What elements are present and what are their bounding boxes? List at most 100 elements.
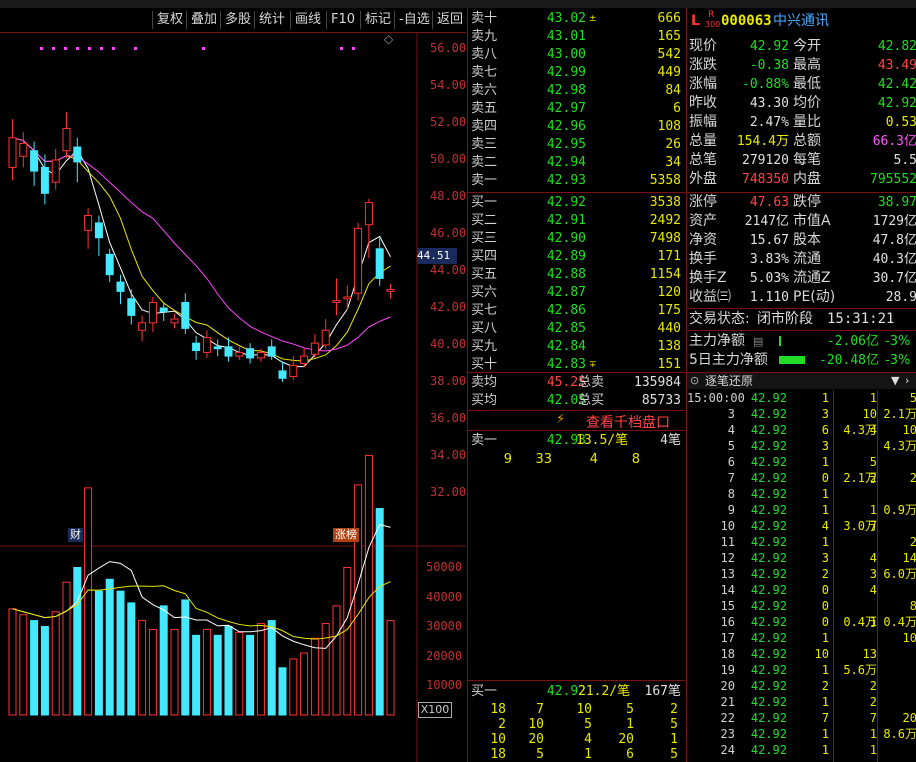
tick-price: 42.92 <box>750 711 787 725</box>
tick-price: 42.92 <box>750 743 787 757</box>
mark-button[interactable]: 标记 <box>360 11 395 29</box>
quote-key: 资产 <box>689 213 717 229</box>
bids-level-row[interactable]: 买七 42.86 175 <box>468 302 685 320</box>
collapse-icon[interactable]: ⊙ <box>690 373 699 389</box>
kline-chart-svg[interactable] <box>0 32 466 762</box>
statistics-button[interactable]: 统计 <box>254 11 289 29</box>
signal-dot <box>134 47 137 50</box>
trade-status-row: 交易状态: 闭市阶段 15:31:21 <box>689 311 895 327</box>
back-button[interactable]: 返回 <box>432 11 467 29</box>
candle <box>148 301 157 324</box>
overlay-button[interactable]: 叠加 <box>186 11 221 29</box>
gainers-badge[interactable]: 涨榜 <box>333 528 359 542</box>
asks-level-row[interactable]: 卖三 42.95 26 <box>468 136 685 154</box>
bids-level-label: 买三 <box>471 231 498 246</box>
volume-bar <box>19 614 28 716</box>
view-thousand-depth-link[interactable]: 查看千档盘口 <box>586 412 670 432</box>
queue-volume: 5 <box>584 717 592 732</box>
signal-dot <box>100 47 103 50</box>
tick-time: 18 <box>720 647 735 661</box>
asks-level-label: 卖一 <box>471 173 498 188</box>
tick-volume: 1 <box>821 455 829 469</box>
asks-level-row[interactable]: 卖五 42.97 6 <box>468 100 685 118</box>
asks-level-volume: 34 <box>665 155 681 170</box>
bids-level-row[interactable]: 买五 42.88 1154 <box>468 266 685 284</box>
bids-level-row[interactable]: 买八 42.85 440 <box>468 320 685 338</box>
volume-bar <box>343 567 352 716</box>
asks-level-row[interactable]: 卖二 42.94 34 <box>468 154 685 172</box>
quote-key: 涨跌 <box>689 57 717 73</box>
draw-line-button[interactable]: 画线 <box>290 11 325 29</box>
f10-button[interactable]: F10 <box>326 11 359 29</box>
tick-amount-2: 0.9万 <box>883 503 916 517</box>
quote-key: 流通Z <box>793 270 831 286</box>
candle <box>354 227 363 294</box>
tick-price: 42.92 <box>750 647 787 661</box>
list-icon[interactable]: ▤ <box>753 332 763 351</box>
tick-row: 14 42.92 0 4 <box>687 582 916 598</box>
signal-dot <box>202 47 205 50</box>
quote-row: 现价 42.92 今开 42.82 <box>687 37 916 56</box>
tick-price: 42.92 <box>750 599 787 613</box>
diamond-icon[interactable]: ◇ <box>384 32 393 46</box>
quote-key: 昨收 <box>689 95 717 111</box>
multi-stock-button[interactable]: 多股 <box>220 11 255 29</box>
quote-key: 换手 <box>689 251 717 267</box>
ticks-menu-icon[interactable]: › <box>905 373 909 389</box>
bids-level-row[interactable]: 买一 42.92 3538 <box>468 194 685 212</box>
restore-rights-button[interactable]: 复权 <box>152 11 187 29</box>
tick-count: 2 <box>869 695 877 709</box>
candle <box>300 355 309 365</box>
ticks-header: ⊙ 逐笔还原 ▼ › <box>687 373 916 389</box>
tick-row: 20 42.92 2 2 <box>687 678 916 694</box>
tick-volume: 6 <box>821 423 829 437</box>
asks-level-row[interactable]: 卖十 43.02 ±666 <box>468 10 685 28</box>
tick-time: 12 <box>720 551 735 565</box>
tick-row: 18 42.92 10 13 <box>687 646 916 662</box>
tick-time: 15 <box>720 599 735 613</box>
queue-volume: 5 <box>536 747 544 762</box>
tick-volume: 1 <box>821 487 829 501</box>
moving-average-line <box>12 137 391 368</box>
asks-level-row[interactable]: 卖四 42.96 108 <box>468 118 685 136</box>
bids-level-volume: 138 <box>657 339 681 354</box>
queue-volume: 4 <box>584 732 592 747</box>
queue-volume: 7 <box>536 702 544 717</box>
candle <box>127 298 136 316</box>
tick-count: 1 <box>869 743 877 757</box>
volume-bar <box>300 652 309 716</box>
asks-level-row[interactable]: 卖六 42.98 84 <box>468 82 685 100</box>
tick-count: 2 <box>869 679 877 693</box>
volume-bar <box>159 605 168 716</box>
volume-bar <box>105 578 114 716</box>
bids-level-row[interactable]: 买四 42.89 171 <box>468 248 685 266</box>
tick-price: 42.92 <box>750 487 787 501</box>
asks-level-row[interactable]: 卖八 43.00 542 <box>468 46 685 64</box>
asks-level-row[interactable]: 卖一 42.93 5358 <box>468 172 685 190</box>
bids-level-row[interactable]: 买三 42.90 7498 <box>468 230 685 248</box>
tick-row: 10 42.92 4 3.0万 7 <box>687 518 916 534</box>
queue-volume: 18 <box>490 747 506 762</box>
tick-time: 14 <box>720 583 735 597</box>
bids-level-row[interactable]: 买六 42.87 120 <box>468 284 685 302</box>
quote-value: 748350 <box>742 172 789 187</box>
kline-chart-panel[interactable]: 56.00 54.00 52.00 50.00 48.00 46.00 44.00 42.00… <box>0 32 466 762</box>
candle <box>138 322 147 331</box>
tick-amount-2: 2.1万 <box>883 407 916 421</box>
bids-level-row[interactable]: 买二 42.91 2492 <box>468 212 685 230</box>
bids-level-row[interactable]: 买九 42.84 138 <box>468 338 685 356</box>
tick-price: 42.92 <box>750 679 787 693</box>
candle <box>321 329 330 346</box>
tick-volume: 3 <box>821 439 829 453</box>
asks-level-volume: 108 <box>657 119 681 134</box>
finance-badge[interactable]: 财 <box>68 528 83 542</box>
signal-dot <box>340 47 343 50</box>
filter-icon[interactable]: ▼ <box>891 373 899 389</box>
asks-level-row[interactable]: 卖七 42.99 449 <box>468 64 685 82</box>
prev-stock-button[interactable]: L <box>691 12 700 31</box>
tick-row: 12 42.92 3 4 14 <box>687 550 916 566</box>
bids-level-price: 42.91 <box>546 213 586 228</box>
asks-level-row[interactable]: 卖九 43.01 165 <box>468 28 685 46</box>
add-watchlist-button[interactable]: -自选 <box>394 11 434 29</box>
bids-level-volume: 171 <box>657 249 681 264</box>
